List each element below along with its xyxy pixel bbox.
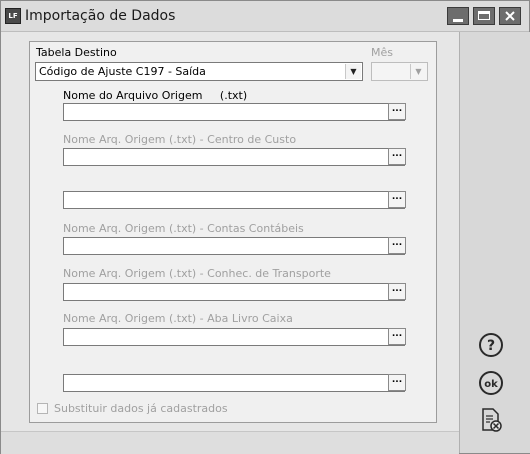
- close-icon: [505, 11, 515, 21]
- help-icon[interactable]: ?: [478, 332, 504, 358]
- maximize-icon: [478, 11, 490, 20]
- mes-label: Mês: [371, 46, 393, 59]
- tabela-destino-select[interactable]: Código de Ajuste C197 - Saída ▼: [35, 62, 363, 81]
- centro-custo-browse-button[interactable]: ...: [388, 148, 406, 165]
- ok-icon[interactable]: ok: [478, 370, 504, 396]
- contas-contabeis-browse-button[interactable]: ...: [388, 237, 406, 254]
- app-icon: LF: [5, 8, 21, 24]
- substituir-checkbox[interactable]: [37, 403, 48, 414]
- chevron-down-icon[interactable]: ▼: [345, 64, 361, 79]
- livro-caixa-input[interactable]: [63, 328, 405, 346]
- minimize-icon: [453, 19, 463, 22]
- minimize-button[interactable]: [447, 7, 469, 25]
- close-button[interactable]: [499, 7, 521, 25]
- chevron-down-icon[interactable]: ▼: [410, 64, 426, 79]
- tabela-destino-label: Tabela Destino: [36, 46, 117, 59]
- arquivo-extra-browse-button[interactable]: ...: [388, 191, 406, 208]
- conhec-transporte-input[interactable]: [63, 283, 405, 301]
- centro-custo-label: Nome Arq. Origem (.txt) - Centro de Cust…: [63, 133, 297, 146]
- arquivo-final-input[interactable]: [63, 374, 405, 392]
- conhec-transporte-label: Nome Arq. Origem (.txt) - Conhec. de Tra…: [63, 267, 331, 280]
- cancel-document-icon[interactable]: [478, 407, 504, 433]
- maximize-button[interactable]: [473, 7, 495, 25]
- title-bar: LF Importação de Dados: [1, 1, 529, 32]
- contas-contabeis-input[interactable]: [63, 237, 405, 255]
- centro-custo-input[interactable]: [63, 148, 405, 166]
- arquivo-final-browse-button[interactable]: ...: [388, 374, 406, 391]
- svg-text:?: ?: [487, 338, 495, 354]
- svg-text:ok: ok: [484, 379, 498, 390]
- bottom-bar: [1, 431, 459, 454]
- tabela-destino-value: Código de Ajuste C197 - Saída: [39, 65, 206, 78]
- arquivo-origem-browse-button[interactable]: ...: [388, 103, 406, 120]
- mes-select[interactable]: ▼: [371, 62, 428, 81]
- livro-caixa-browse-button[interactable]: ...: [388, 328, 406, 345]
- arquivo-origem-input[interactable]: [63, 103, 405, 121]
- contas-contabeis-label: Nome Arq. Origem (.txt) - Contas Contábe…: [63, 222, 304, 235]
- arquivo-extra-input[interactable]: [63, 191, 405, 209]
- livro-caixa-label: Nome Arq. Origem (.txt) - Aba Livro Caix…: [63, 312, 293, 325]
- substituir-label: Substituir dados já cadastrados: [54, 402, 228, 415]
- arquivo-origem-label: Nome do Arquivo Origem (.txt): [63, 89, 248, 102]
- window-title: Importação de Dados: [25, 8, 176, 24]
- import-window: LF Importação de Dados Tabela Destino Có…: [0, 0, 530, 454]
- conhec-transporte-browse-button[interactable]: ...: [388, 283, 406, 300]
